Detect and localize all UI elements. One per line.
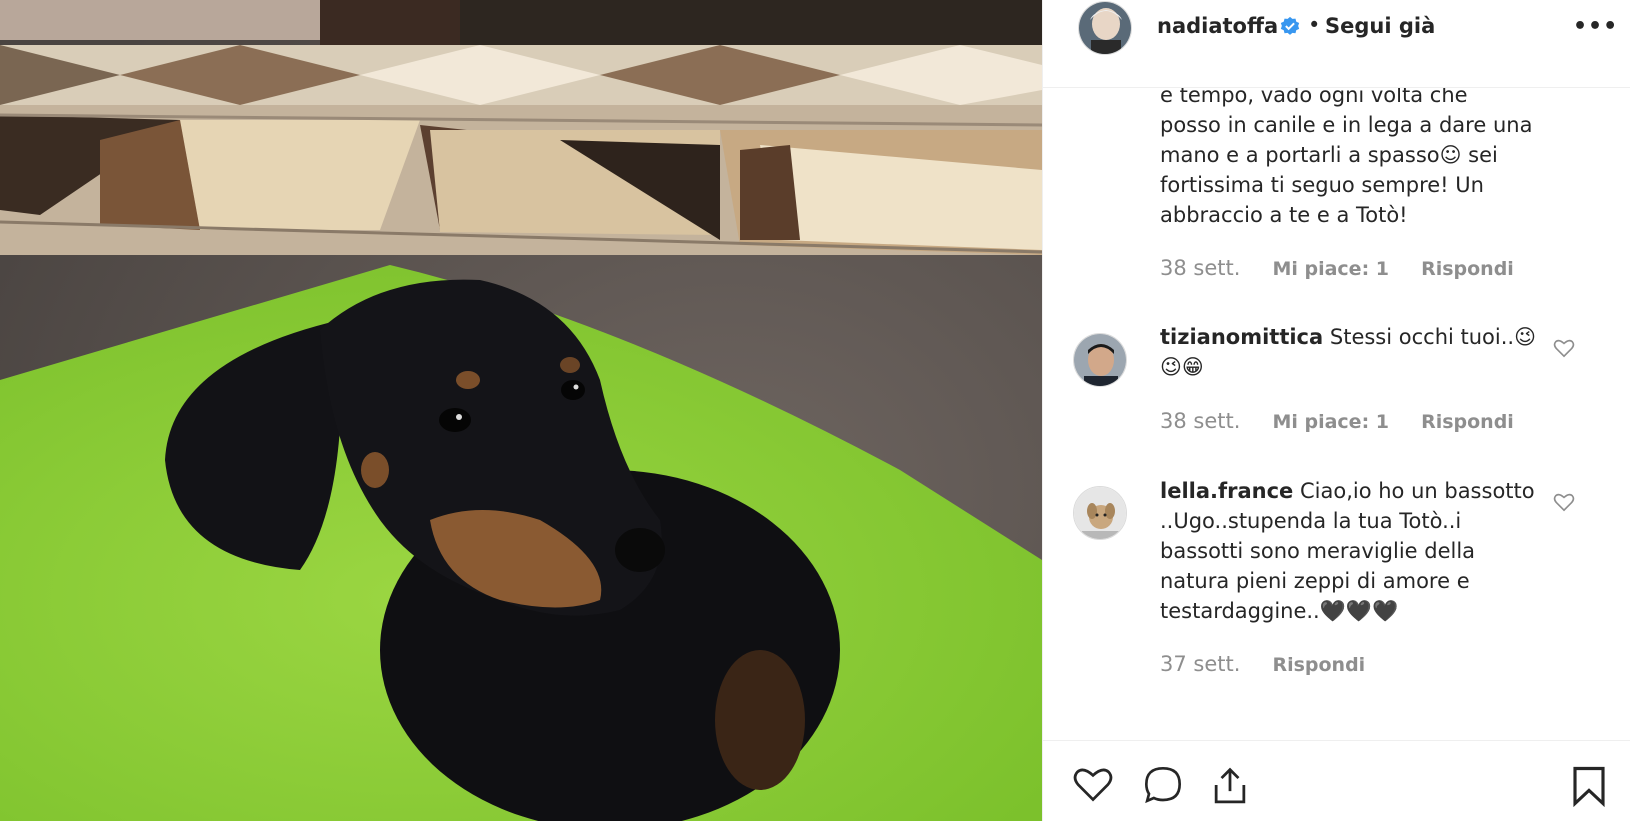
commenter-avatar[interactable] — [1073, 333, 1127, 387]
comments-list: e tempo, vado ogni volta che posso in ca… — [1043, 88, 1630, 740]
comment-meta: 38 sett. Mi piace: 1 Rispondi — [1160, 409, 1514, 433]
like-comment-heart-icon[interactable] — [1553, 492, 1575, 512]
more-options-icon[interactable]: ••• — [1573, 14, 1618, 39]
comment-meta: 38 sett. Mi piace: 1 Rispondi — [1160, 256, 1514, 280]
comment-likes[interactable]: Mi piace: 1 — [1272, 258, 1389, 280]
comment-text: tizianomittica Stessi occhi tuoi..😉 😉😁 — [1160, 322, 1540, 382]
reply-button[interactable]: Rispondi — [1421, 411, 1514, 433]
commenter-username[interactable]: lella.france — [1160, 479, 1293, 503]
comment-text: e tempo, vado ogni volta che posso in ca… — [1160, 88, 1540, 230]
author-avatar[interactable] — [1078, 1, 1132, 55]
reply-button[interactable]: Rispondi — [1272, 654, 1365, 676]
follow-status-button[interactable]: Segui già — [1325, 14, 1435, 38]
comment-line: ..Ugo..stupenda la tua Totò..i — [1160, 509, 1462, 533]
comment-bubble-icon[interactable] — [1143, 765, 1183, 805]
commenter-avatar[interactable] — [1073, 486, 1127, 540]
comment-likes[interactable]: Mi piace: 1 — [1272, 411, 1389, 433]
comment-line: testardaggine..🖤🖤🖤 — [1160, 599, 1399, 623]
reply-button[interactable]: Rispondi — [1421, 258, 1514, 280]
dog-photo — [0, 0, 1042, 821]
commenter-username[interactable]: tizianomittica — [1160, 325, 1323, 349]
post-image[interactable] — [0, 0, 1042, 821]
comment-time[interactable]: 38 sett. — [1160, 409, 1240, 433]
comment-body: Ciao,io ho un bassotto — [1299, 479, 1535, 503]
comment-line: posso in canile e in lega a dare una — [1160, 113, 1533, 137]
author-username[interactable]: nadiatoffa — [1157, 14, 1278, 38]
post-header: nadiatoffa • Segui già ••• — [1043, 0, 1630, 88]
comment-time[interactable]: 37 sett. — [1160, 652, 1240, 676]
like-heart-icon[interactable] — [1072, 765, 1114, 803]
comment-text: lella.france Ciao,io ho un bassotto ..Ug… — [1160, 476, 1540, 626]
share-icon[interactable] — [1211, 765, 1249, 805]
comment-line: e tempo, vado ogni volta che — [1160, 88, 1468, 107]
header-separator: • — [1308, 13, 1321, 37]
like-comment-heart-icon[interactable] — [1553, 338, 1575, 358]
comment-body: Stessi occhi tuoi..😉 — [1329, 325, 1536, 349]
comment-meta: 37 sett. Rispondi — [1160, 652, 1365, 676]
save-bookmark-icon[interactable] — [1571, 765, 1607, 807]
comment-line: bassotti sono meraviglie della — [1160, 539, 1476, 563]
comment-line: fortissima ti seguo sempre! Un — [1160, 173, 1484, 197]
comment-line: abbraccio a te e a Totò! — [1160, 203, 1408, 227]
comment-line: 😉😁 — [1160, 355, 1204, 379]
post-actions-bar — [1043, 740, 1630, 821]
comment-line: natura pieni zeppi di amore e — [1160, 569, 1470, 593]
verified-badge-icon — [1280, 16, 1300, 35]
comment-time[interactable]: 38 sett. — [1160, 256, 1240, 280]
post-sidebar: nadiatoffa • Segui già ••• e tempo, vado… — [1042, 0, 1630, 821]
comment-line: mano e a portarli a spasso☺ sei — [1160, 143, 1498, 167]
